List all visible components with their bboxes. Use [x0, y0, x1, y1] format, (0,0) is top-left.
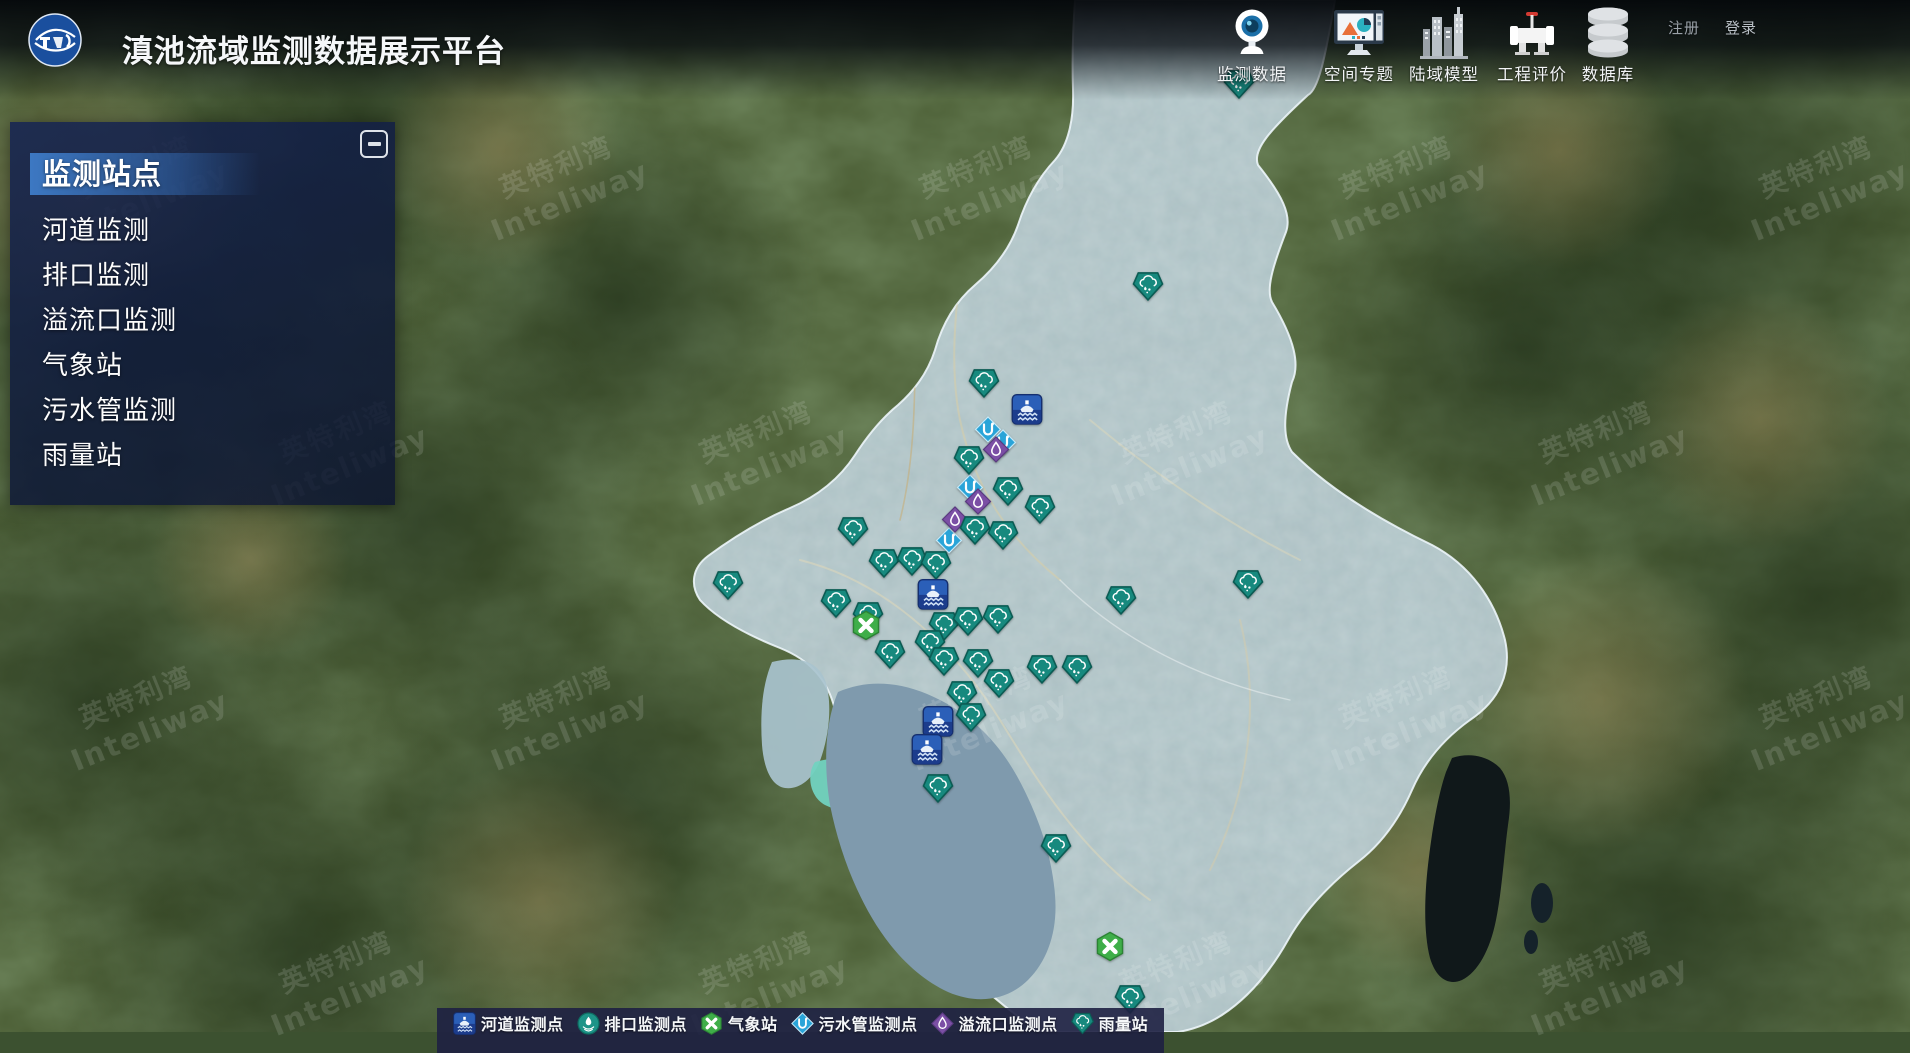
nav-item-spatial-topics[interactable]: 空间专题 [1311, 5, 1407, 85]
map-marker-rain-station[interactable] [953, 607, 984, 636]
map-marker-rain-station[interactable] [983, 605, 1014, 634]
legend-item-rain: 雨量站 [1071, 1011, 1149, 1035]
top-bar: 滇池流域监测数据展示平台 监测数据 [0, 0, 1910, 100]
map-marker-rain-station[interactable] [713, 571, 744, 600]
sidebar-item-weather-station[interactable]: 气象站 [10, 344, 395, 389]
legend-item-outlet: 排口监测点 [577, 1011, 688, 1035]
nav-item-land-model[interactable]: 陆域模型 [1396, 5, 1492, 85]
nav-label: 数据库 [1582, 61, 1635, 85]
map-marker-rain-station[interactable] [1233, 570, 1264, 599]
weather-marker-icon [700, 1012, 723, 1035]
monitoring-stations-panel: 监测站点 河道监测 排口监测 溢流口监测 气象站 污水管监测 雨量站 [10, 122, 395, 505]
minus-icon [368, 142, 381, 146]
map-marker-rain-station[interactable] [954, 446, 985, 475]
map-marker-rain-station[interactable] [1027, 655, 1058, 684]
map-marker-river-monitoring[interactable] [923, 706, 954, 737]
map-marker-river-monitoring[interactable] [918, 579, 949, 610]
sewage-marker-icon [791, 1012, 814, 1035]
map-marker-rain-station[interactable] [1106, 586, 1137, 615]
nav-item-monitoring-data[interactable]: 监测数据 [1204, 5, 1300, 85]
webcam-icon [1226, 5, 1278, 60]
map-marker-rain-station[interactable] [969, 369, 1000, 398]
map-marker-weather-station[interactable] [1096, 931, 1124, 961]
sidebar-item-sewage-monitoring[interactable]: 污水管监测 [10, 389, 395, 434]
map-marker-rain-station[interactable] [993, 477, 1024, 506]
page-title: 滇池流域监测数据展示平台 [122, 26, 506, 71]
map-marker-river-monitoring[interactable] [912, 734, 943, 765]
nav-label: 陆域模型 [1409, 61, 1479, 85]
company-logo [28, 13, 82, 67]
map-marker-weather-station[interactable] [852, 610, 880, 640]
pipe-valve-icon [1506, 5, 1558, 60]
river-marker-icon [453, 1012, 476, 1035]
map-marker-rain-station[interactable] [984, 669, 1015, 698]
city-buildings-icon [1418, 5, 1470, 60]
map-marker-rain-station[interactable] [956, 703, 987, 732]
panel-collapse-button[interactable] [360, 130, 388, 158]
register-link[interactable]: 注册 [1668, 17, 1700, 38]
map-marker-rain-station[interactable] [960, 516, 991, 545]
map-marker-rain-station[interactable] [1133, 272, 1164, 301]
map-marker-rain-station[interactable] [1062, 655, 1093, 684]
panel-title-monitoring-stations[interactable]: 监测站点 [30, 153, 260, 195]
map-marker-rain-station[interactable] [988, 521, 1019, 550]
map-marker-river-monitoring[interactable] [1012, 394, 1043, 425]
sidebar-item-river-monitoring[interactable]: 河道监测 [10, 209, 395, 254]
outlet-marker-icon [577, 1012, 600, 1035]
map-legend: 河道监测点 排口监测点 气象站 污水管监测点 溢流口监测点 雨量站 [437, 1008, 1164, 1053]
nav-item-database[interactable]: 数据库 [1560, 5, 1656, 85]
database-icon [1583, 5, 1633, 60]
nav-label: 监测数据 [1217, 61, 1287, 85]
nav-label: 空间专题 [1324, 61, 1394, 85]
map-marker-rain-station[interactable] [923, 774, 954, 803]
map-marker-rain-station[interactable] [921, 551, 952, 580]
legend-item-river: 河道监测点 [453, 1011, 564, 1035]
login-link[interactable]: 登录 [1725, 17, 1757, 38]
legend-item-sewage: 污水管监测点 [791, 1011, 918, 1035]
map-marker-rain-station[interactable] [1025, 495, 1056, 524]
sidebar-item-overflow-monitoring[interactable]: 溢流口监测 [10, 299, 395, 344]
overflow-marker-icon [931, 1012, 954, 1035]
legend-item-overflow: 溢流口监测点 [931, 1011, 1058, 1035]
nav-label: 工程评价 [1497, 61, 1567, 85]
map-marker-rain-station[interactable] [869, 549, 900, 578]
sidebar-item-rain-station[interactable]: 雨量站 [10, 434, 395, 479]
sidebar-item-outlet-monitoring[interactable]: 排口监测 [10, 254, 395, 299]
map-marker-overflow-outlet[interactable] [983, 436, 1010, 463]
map-marker-rain-station[interactable] [929, 647, 960, 676]
legend-item-weather: 气象站 [700, 1011, 778, 1035]
rain-marker-icon [1071, 1012, 1094, 1035]
map-marker-rain-station[interactable] [838, 517, 869, 546]
map-marker-overflow-outlet[interactable] [965, 488, 992, 515]
map-marker-rain-station[interactable] [875, 640, 906, 669]
map-marker-rain-station[interactable] [821, 589, 852, 618]
monitor-chart-icon [1332, 5, 1386, 60]
map-marker-rain-station[interactable] [1041, 834, 1072, 863]
